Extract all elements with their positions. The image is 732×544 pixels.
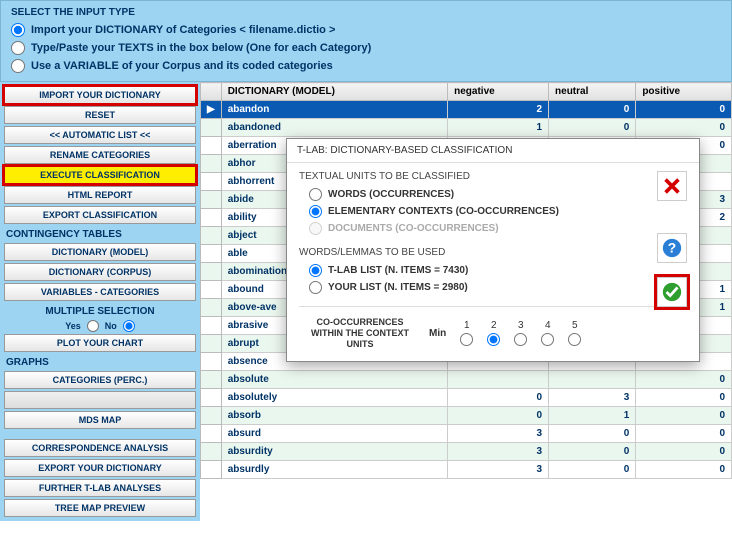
reset-button[interactable]: RESET: [4, 106, 196, 124]
co-min-4[interactable]: 4: [541, 320, 554, 346]
graphs-dropdown[interactable]: [4, 391, 196, 409]
input-type-option-2[interactable]: Use a VARIABLE of your Corpus and its co…: [11, 57, 721, 75]
rename-categories-button[interactable]: RENAME CATEGORIES: [4, 146, 196, 164]
co-min-5[interactable]: 5: [568, 320, 581, 346]
col-dictionary[interactable]: DICTIONARY (MODEL): [221, 83, 447, 101]
categories-perc-button[interactable]: CATEGORIES (PERC.): [4, 371, 196, 389]
input-type-option-1[interactable]: Type/Paste your TEXTS in the box below (…: [11, 39, 721, 57]
html-report-button[interactable]: HTML REPORT: [4, 186, 196, 204]
input-type-title: SELECT THE INPUT TYPE: [11, 7, 721, 18]
table-row[interactable]: absorb010: [201, 407, 732, 425]
words-lemmas-heading: WORDS/LEMMAS TO BE USED: [299, 247, 687, 258]
export-dictionary-button[interactable]: EXPORT YOUR DICTIONARY: [4, 459, 196, 477]
automatic-list-button[interactable]: << AUTOMATIC LIST <<: [4, 126, 196, 144]
input-type-panel: SELECT THE INPUT TYPE Import your DICTIO…: [0, 0, 732, 82]
opt-your-list[interactable]: YOUR LIST (N. ITEMS = 2980): [299, 279, 687, 296]
col-negative[interactable]: negative: [448, 83, 549, 101]
opt-documents: DOCUMENTS (CO-OCCURRENCES): [299, 220, 687, 237]
opt-words[interactable]: WORDS (OCCURRENCES): [299, 186, 687, 203]
correspondence-analysis-button[interactable]: CORRESPONDENCE ANALYSIS: [4, 439, 196, 457]
opt-tlab-list[interactable]: T-LAB LIST (N. ITEMS = 7430): [299, 262, 687, 279]
table-row[interactable]: ▶abandon200: [201, 101, 732, 119]
dictionary-model-button[interactable]: DICTIONARY (MODEL): [4, 243, 196, 261]
graphs-label: GRAPHS: [4, 354, 196, 369]
multiple-selection-label: MULTIPLE SELECTION: [4, 303, 196, 318]
help-icon: ?: [661, 237, 683, 259]
further-analyses-button[interactable]: FURTHER T-LAB ANALYSES: [4, 479, 196, 497]
co-min-2[interactable]: 2: [487, 320, 500, 346]
opt-elementary-contexts[interactable]: ELEMENTARY CONTEXTS (CO-OCCURRENCES): [299, 203, 687, 220]
multi-sel-no-radio[interactable]: [123, 320, 135, 332]
input-type-option-0[interactable]: Import your DICTIONARY of Categories < f…: [11, 21, 721, 39]
col-neutral[interactable]: neutral: [549, 83, 636, 101]
co-min-3[interactable]: 3: [514, 320, 527, 346]
table-row[interactable]: absurdity300: [201, 443, 732, 461]
classification-dialog: T-LAB: DICTIONARY-BASED CLASSIFICATION ?…: [286, 138, 700, 362]
mds-map-button[interactable]: MDS MAP: [4, 411, 196, 429]
export-classification-button[interactable]: EXPORT CLASSIFICATION: [4, 206, 196, 224]
dialog-title: T-LAB: DICTIONARY-BASED CLASSIFICATION: [287, 139, 699, 163]
sidebar: IMPORT YOUR DICTIONARY RESET << AUTOMATI…: [0, 82, 200, 521]
table-row[interactable]: absurd300: [201, 425, 732, 443]
variables-categories-button[interactable]: VARIABLES - CATEGORIES: [4, 283, 196, 301]
contingency-tables-label: CONTINGENCY TABLES: [4, 226, 196, 241]
textual-units-heading: TEXTUAL UNITS TO BE CLASSIFIED: [299, 171, 687, 182]
execute-classification-button[interactable]: EXECUTE CLASSIFICATION: [4, 166, 196, 184]
dictionary-corpus-button[interactable]: DICTIONARY (CORPUS): [4, 263, 196, 281]
multiple-selection-row: Yes No: [4, 320, 196, 332]
co-occurrence-label: CO-OCCURRENCES WITHIN THE CONTEXT UNITS: [305, 317, 415, 349]
close-icon: [661, 175, 683, 197]
table-row[interactable]: absolute0: [201, 371, 732, 389]
co-occurrence-row: CO-OCCURRENCES WITHIN THE CONTEXT UNITS …: [299, 313, 687, 353]
tree-map-preview-button[interactable]: TREE MAP PREVIEW: [4, 499, 196, 517]
table-row[interactable]: absolutely030: [201, 389, 732, 407]
dialog-close-button[interactable]: [657, 171, 687, 201]
multi-sel-yes-radio[interactable]: [87, 320, 99, 332]
co-min-1[interactable]: 1: [460, 320, 473, 346]
table-row[interactable]: absurdly300: [201, 461, 732, 479]
col-positive[interactable]: positive: [636, 83, 732, 101]
table-row[interactable]: abandoned100: [201, 119, 732, 137]
svg-text:?: ?: [668, 241, 676, 256]
dialog-help-button[interactable]: ?: [657, 233, 687, 263]
min-label: Min: [429, 328, 446, 339]
plot-chart-button[interactable]: PLOT YOUR CHART: [4, 334, 196, 352]
content-area: DICTIONARY (MODEL) negative neutral posi…: [200, 82, 732, 521]
import-dictionary-button[interactable]: IMPORT YOUR DICTIONARY: [4, 86, 196, 104]
check-icon: [661, 281, 683, 303]
dialog-ok-button[interactable]: [657, 277, 687, 307]
